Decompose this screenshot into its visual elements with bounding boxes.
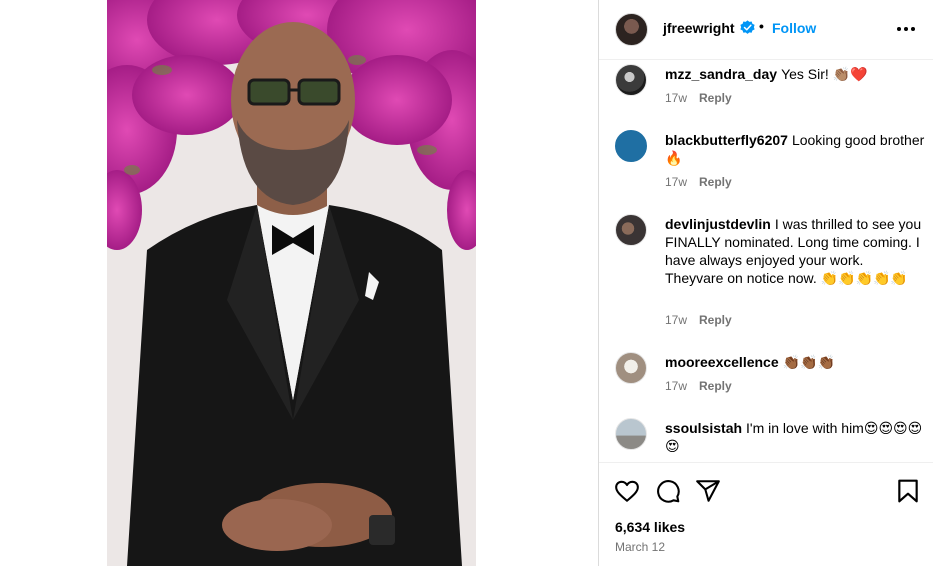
reply-button[interactable]: Reply — [699, 313, 732, 327]
commenter-avatar[interactable] — [615, 418, 647, 450]
comments-list[interactable]: mzz_sandra_day Yes Sir! 👏🏽❤️ 17w Reply bla… — [599, 60, 933, 462]
author-username[interactable]: jfreewright — [663, 20, 735, 36]
commenter-avatar[interactable] — [615, 130, 647, 162]
comment-username[interactable]: mzz_sandra_day — [665, 66, 777, 82]
comment-username[interactable]: ssoulsistah — [665, 420, 742, 436]
comment-username[interactable]: mooreexcellence — [665, 354, 779, 370]
follow-button[interactable]: Follow — [772, 20, 816, 36]
post-header: jfreewright • Follow — [599, 0, 933, 60]
reply-button[interactable]: Reply — [699, 91, 732, 105]
likes-count[interactable]: 6,634 likes — [615, 519, 685, 535]
reply-button[interactable]: Reply — [699, 379, 732, 393]
post-side-panel: jfreewright • Follow mzz_sandra_day Yes S… — [598, 0, 933, 566]
comment-text: Yes Sir! 👏🏽❤️ — [781, 66, 868, 82]
comment-meta: 17w Reply — [665, 379, 732, 393]
commenter-avatar[interactable] — [615, 352, 647, 384]
commenter-avatar[interactable] — [615, 214, 647, 246]
comment-meta: 17w Reply — [665, 313, 732, 327]
comment-body: ssoulsistah I'm in love with him😍😍😍😍😍 — [665, 419, 925, 455]
comment-username[interactable]: devlinjustdevlin — [665, 216, 771, 232]
comment-body: mzz_sandra_day Yes Sir! 👏🏽❤️ — [665, 65, 925, 83]
reply-button[interactable]: Reply — [699, 175, 732, 189]
comment-body: mooreexcellence 👏🏾👏🏾👏🏾 — [665, 353, 925, 371]
post-photo[interactable] — [107, 0, 476, 566]
commenter-avatar[interactable] — [615, 64, 647, 96]
heart-icon[interactable] — [614, 478, 640, 504]
post-image — [107, 0, 476, 566]
comment-text: 👏🏾👏🏾👏🏾 — [782, 354, 835, 370]
comment-time[interactable]: 17w — [665, 175, 687, 189]
comment-time[interactable]: 17w — [665, 91, 687, 105]
media-area — [0, 0, 598, 566]
more-options-icon[interactable] — [895, 18, 917, 40]
author-avatar[interactable] — [615, 13, 648, 46]
comment-time[interactable]: 17w — [665, 313, 687, 327]
comment-username[interactable]: blackbutterfly6207 — [665, 132, 788, 148]
verified-badge-icon — [740, 20, 755, 35]
share-icon[interactable] — [695, 478, 721, 504]
comment-meta: 17w Reply — [665, 175, 732, 189]
post-actions-bar: 6,634 likes March 12 — [599, 462, 933, 566]
comment-time[interactable]: 17w — [665, 379, 687, 393]
comment-meta: 17w Reply — [665, 91, 732, 105]
header-separator: • — [759, 18, 764, 34]
post-date[interactable]: March 12 — [615, 540, 665, 554]
comment-body: devlinjustdevlin I was thrilled to see yo… — [665, 215, 925, 287]
comment-icon[interactable] — [655, 478, 681, 504]
bookmark-icon[interactable] — [895, 478, 921, 504]
comment-body: blackbutterfly6207 Looking good brother 🔥 — [665, 131, 925, 167]
